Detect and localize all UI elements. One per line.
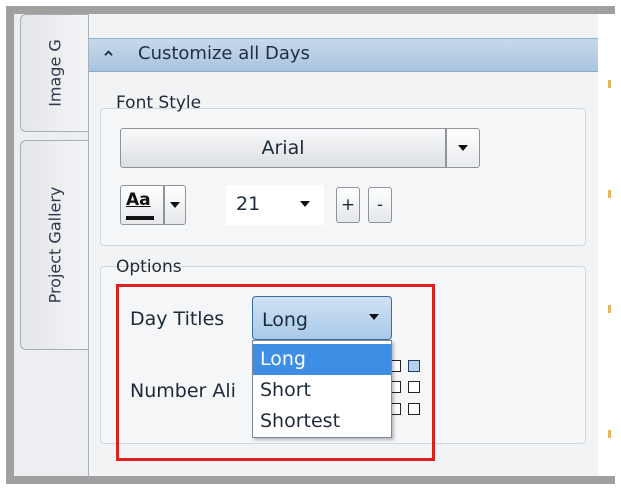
font-size-value: 21 bbox=[236, 193, 261, 215]
edge-marker bbox=[608, 305, 611, 313]
edge-marker bbox=[608, 80, 611, 88]
tab-image-gallery[interactable]: Image G bbox=[20, 14, 88, 132]
tab-project-gallery-label: Project Gallery bbox=[45, 186, 64, 304]
options-label: Options bbox=[116, 257, 182, 277]
text-format-dropdown-button[interactable] bbox=[164, 185, 186, 225]
font-family-select[interactable]: Arial bbox=[120, 128, 446, 168]
right-edge-area bbox=[598, 14, 615, 476]
edge-marker bbox=[608, 430, 611, 438]
chevron-up-icon[interactable] bbox=[104, 49, 113, 58]
caret-down-icon bbox=[170, 202, 180, 208]
text-color-bar bbox=[126, 216, 154, 220]
edge-marker bbox=[608, 190, 611, 198]
tab-image-gallery-label: Image G bbox=[45, 39, 64, 107]
section-title: Customize all Days bbox=[138, 43, 310, 64]
decrease-size-button[interactable]: - bbox=[368, 187, 392, 223]
font-family-dropdown-button[interactable] bbox=[446, 128, 480, 168]
text-format-icon: Aa bbox=[126, 190, 151, 210]
caret-down-icon bbox=[458, 145, 468, 151]
caret-down-icon[interactable] bbox=[300, 201, 310, 207]
font-style-label: Font Style bbox=[116, 93, 202, 113]
tab-project-gallery[interactable]: Project Gallery bbox=[20, 140, 88, 350]
highlight-annotation-box bbox=[116, 284, 435, 461]
increase-size-button[interactable]: + bbox=[336, 187, 360, 223]
